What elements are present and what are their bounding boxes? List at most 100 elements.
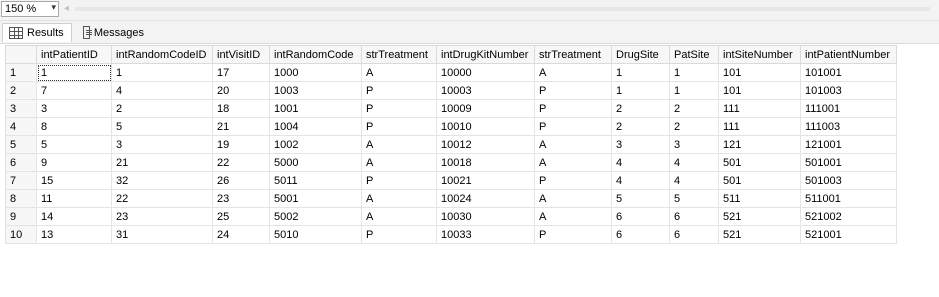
table-cell[interactable]: 3 <box>36 99 112 118</box>
table-row[interactable]: 4 8 5 21 1004 P 10010 P 2 2 111 111003 <box>5 117 897 136</box>
scroll-left-icon[interactable]: ◂ <box>64 3 69 14</box>
results-grid[interactable]: intPatientID intRandomCodeID intVisitID int… <box>5 45 897 244</box>
zoom-dropdown[interactable]: 150 % ▾ <box>1 1 59 17</box>
table-cell[interactable]: 5000 <box>269 153 362 172</box>
table-cell[interactable]: 111 <box>718 99 801 118</box>
table-cell[interactable]: 2 <box>111 99 213 118</box>
column-header[interactable]: strTreatment <box>361 45 437 64</box>
table-cell[interactable]: 2 <box>669 117 719 136</box>
column-header[interactable]: intPatientNumber <box>800 45 897 64</box>
table-cell[interactable]: 18 <box>212 99 270 118</box>
table-cell[interactable]: 511001 <box>800 189 897 208</box>
table-cell[interactable]: 501001 <box>800 153 897 172</box>
table-cell[interactable]: 10003 <box>436 81 535 100</box>
table-cell[interactable]: 1 <box>669 63 719 82</box>
table-cell[interactable]: 20 <box>212 81 270 100</box>
table-cell[interactable]: P <box>361 117 437 136</box>
table-cell[interactable]: 10018 <box>436 153 535 172</box>
table-cell[interactable]: 511 <box>718 189 801 208</box>
table-cell[interactable]: 5 <box>111 117 213 136</box>
table-cell[interactable]: 13 <box>36 225 112 244</box>
table-cell[interactable]: 5002 <box>269 207 362 226</box>
table-cell[interactable]: 5010 <box>269 225 362 244</box>
table-cell[interactable]: 26 <box>212 171 270 190</box>
horizontal-scrollbar[interactable] <box>75 7 930 11</box>
column-header[interactable]: intRandomCode <box>269 45 362 64</box>
table-cell[interactable]: 32 <box>111 171 213 190</box>
column-header[interactable]: intVisitID <box>212 45 270 64</box>
table-cell[interactable]: 21 <box>212 117 270 136</box>
table-cell[interactable]: 3 <box>611 135 670 154</box>
table-cell[interactable]: 3 <box>669 135 719 154</box>
table-cell[interactable]: 101001 <box>800 63 897 82</box>
table-cell[interactable]: 7 <box>36 81 112 100</box>
table-cell[interactable]: P <box>361 81 437 100</box>
table-cell[interactable]: P <box>534 81 612 100</box>
table-cell[interactable]: 17 <box>212 63 270 82</box>
table-cell[interactable]: 14 <box>36 207 112 226</box>
table-cell[interactable]: 4 <box>611 171 670 190</box>
table-cell[interactable]: 111 <box>718 117 801 136</box>
table-cell[interactable]: 2 <box>611 117 670 136</box>
table-cell[interactable]: 6 <box>611 207 670 226</box>
table-cell[interactable]: 23 <box>212 189 270 208</box>
table-row[interactable]: 10 13 31 24 5010 P 10033 P 6 6 521 521001 <box>5 225 897 244</box>
table-cell[interactable]: 501 <box>718 153 801 172</box>
table-cell[interactable]: A <box>534 189 612 208</box>
table-cell[interactable]: 22 <box>111 189 213 208</box>
row-number[interactable]: 4 <box>5 117 37 136</box>
table-cell[interactable]: 501 <box>718 171 801 190</box>
row-number[interactable]: 6 <box>5 153 37 172</box>
table-cell[interactable]: 1002 <box>269 135 362 154</box>
table-cell[interactable]: 1003 <box>269 81 362 100</box>
row-number[interactable]: 9 <box>5 207 37 226</box>
table-cell[interactable]: 111001 <box>800 99 897 118</box>
table-cell[interactable]: A <box>361 63 437 82</box>
table-cell[interactable]: P <box>534 99 612 118</box>
column-header[interactable]: intSiteNumber <box>718 45 801 64</box>
table-cell[interactable]: 1 <box>611 81 670 100</box>
table-cell[interactable]: 23 <box>111 207 213 226</box>
table-cell[interactable]: 1004 <box>269 117 362 136</box>
tab-messages[interactable]: Messages <box>76 23 151 42</box>
table-cell[interactable]: 5011 <box>269 171 362 190</box>
table-cell[interactable]: A <box>534 63 612 82</box>
table-cell[interactable]: 10024 <box>436 189 535 208</box>
table-cell[interactable]: 11 <box>36 189 112 208</box>
table-cell[interactable]: 4 <box>111 81 213 100</box>
table-cell[interactable]: P <box>534 171 612 190</box>
table-cell[interactable]: 101 <box>718 63 801 82</box>
table-cell[interactable]: 22 <box>212 153 270 172</box>
table-row[interactable]: 2 7 4 20 1003 P 10003 P 1 1 101 101003 <box>5 81 897 100</box>
table-cell[interactable]: 19 <box>212 135 270 154</box>
table-cell[interactable]: 2 <box>669 99 719 118</box>
table-row[interactable]: 7 15 32 26 5011 P 10021 P 4 4 501 501003 <box>5 171 897 190</box>
row-number[interactable]: 2 <box>5 81 37 100</box>
row-number[interactable]: 3 <box>5 99 37 118</box>
table-cell[interactable]: A <box>361 153 437 172</box>
row-number[interactable]: 7 <box>5 171 37 190</box>
table-cell[interactable]: A <box>361 189 437 208</box>
table-cell[interactable]: 31 <box>111 225 213 244</box>
table-cell[interactable]: 1 <box>669 81 719 100</box>
table-cell[interactable]: 1001 <box>269 99 362 118</box>
table-row[interactable]: 9 14 23 25 5002 A 10030 A 6 6 521 521002 <box>5 207 897 226</box>
table-cell[interactable]: 4 <box>669 153 719 172</box>
table-cell[interactable]: P <box>361 225 437 244</box>
column-header[interactable]: PatSite <box>669 45 719 64</box>
row-number[interactable]: 8 <box>5 189 37 208</box>
table-cell[interactable]: 5001 <box>269 189 362 208</box>
table-cell[interactable]: 101 <box>718 81 801 100</box>
table-cell[interactable]: 1 <box>111 63 213 82</box>
table-cell[interactable]: P <box>534 117 612 136</box>
table-cell[interactable]: 101003 <box>800 81 897 100</box>
table-cell[interactable]: 8 <box>36 117 112 136</box>
table-cell[interactable]: A <box>534 207 612 226</box>
table-cell[interactable]: A <box>361 135 437 154</box>
table-cell[interactable]: 21 <box>111 153 213 172</box>
table-cell[interactable]: 521001 <box>800 225 897 244</box>
table-cell[interactable]: 10021 <box>436 171 535 190</box>
table-cell[interactable]: 4 <box>611 153 670 172</box>
table-cell[interactable]: A <box>534 135 612 154</box>
column-header[interactable]: intPatientID <box>36 45 112 64</box>
